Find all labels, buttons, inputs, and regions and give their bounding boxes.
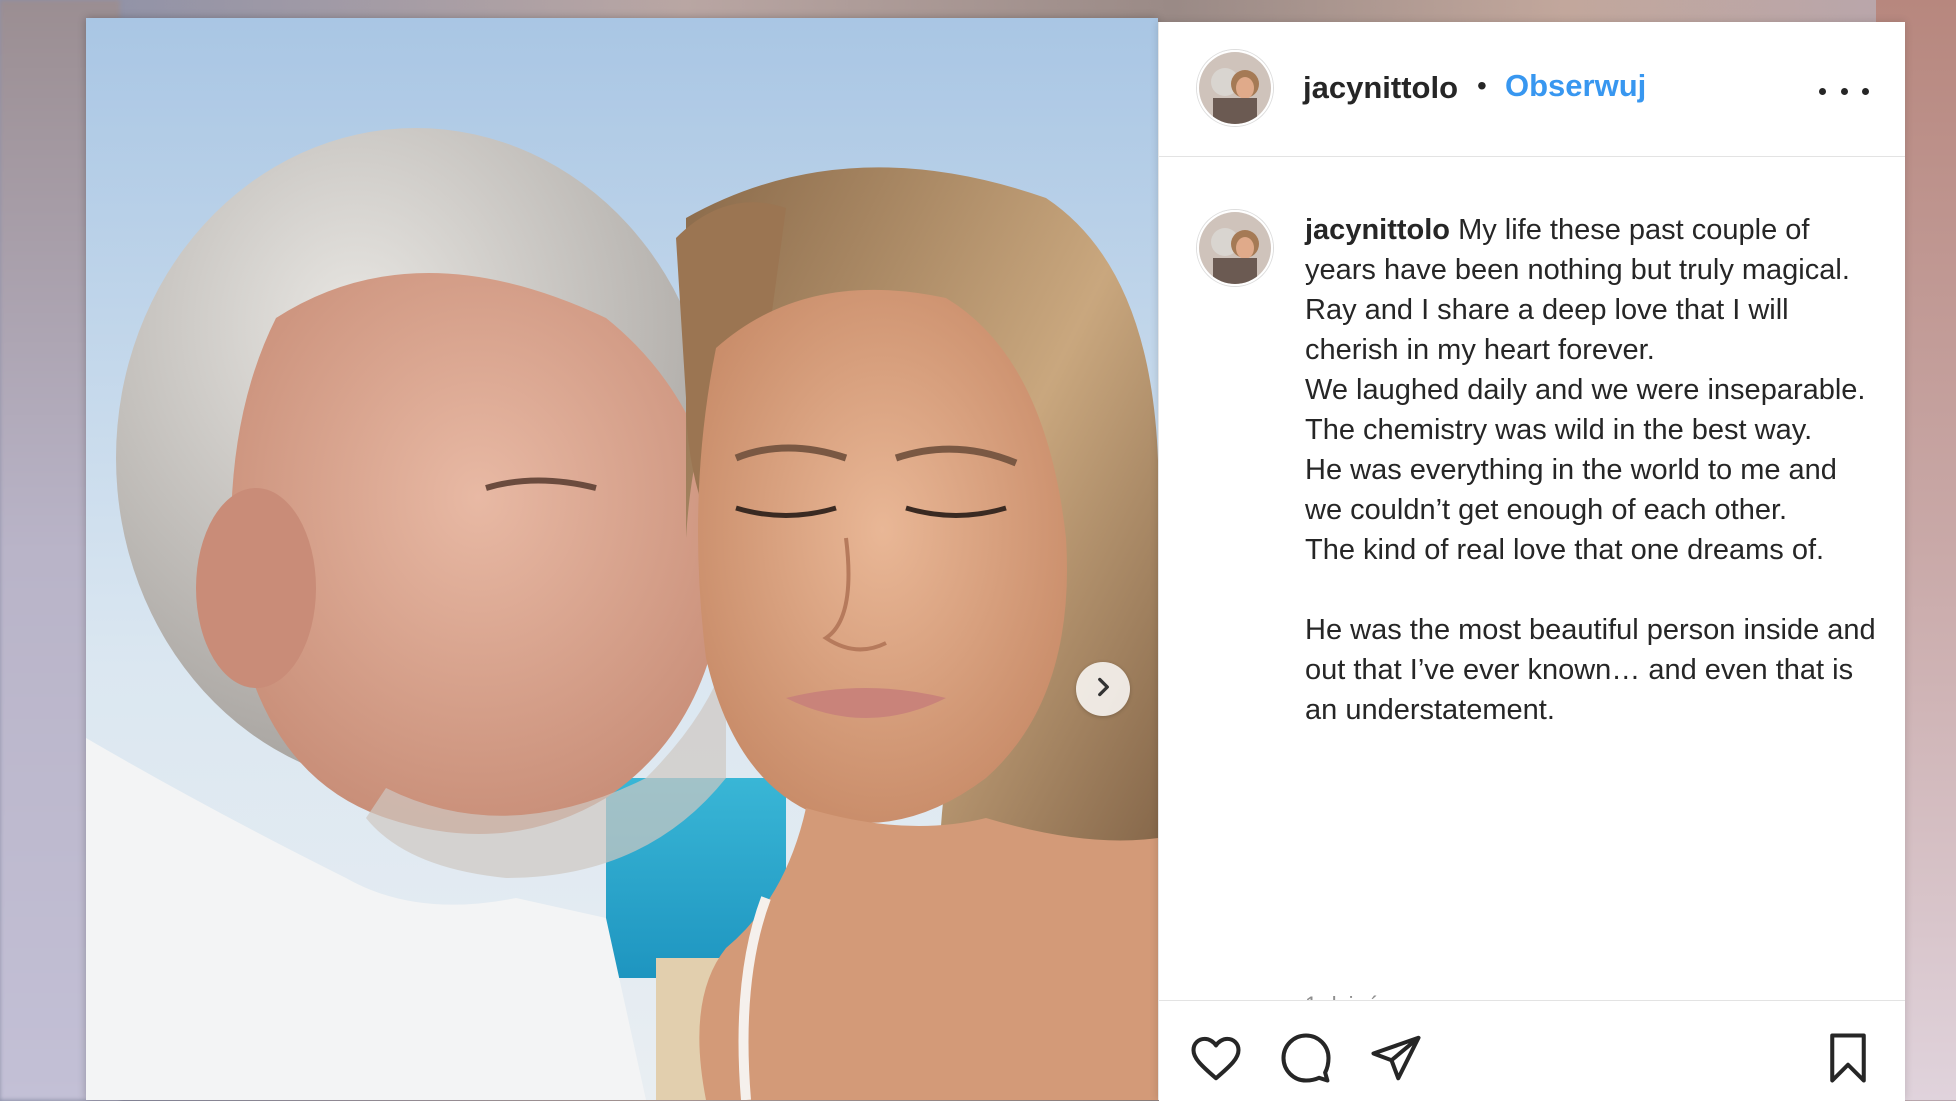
more-horizontal-icon xyxy=(1819,87,1826,95)
separator-dot: • xyxy=(1477,70,1487,101)
post-caption: jacynittolo My life these past couple of… xyxy=(1305,210,1880,730)
send-icon[interactable] xyxy=(1369,1031,1423,1085)
caption-line: Ray and I share a deep love that I will … xyxy=(1305,294,1789,366)
caption-username[interactable]: jacynittolo xyxy=(1305,214,1450,246)
caption-paragraph: He was the most beautiful person inside … xyxy=(1305,614,1876,726)
post-side-panel: jacynittolo • Obserwuj jacynittolo My li… xyxy=(1158,22,1905,1101)
caption-line: The chemistry was wild in the best way. xyxy=(1305,414,1813,446)
post-actions-bar xyxy=(1159,1000,1905,1101)
caption-line: jacynittolo My life these past couple of… xyxy=(1305,214,1850,286)
carousel-next-button[interactable] xyxy=(1076,662,1130,716)
chevron-right-icon xyxy=(1090,674,1116,705)
more-options-button[interactable] xyxy=(1819,78,1869,104)
caption-line: The kind of real love that one dreams of… xyxy=(1305,534,1825,566)
post-header: jacynittolo • Obserwuj xyxy=(1159,22,1905,157)
bookmark-icon[interactable] xyxy=(1821,1031,1875,1085)
heart-icon[interactable] xyxy=(1189,1031,1243,1085)
post-photo xyxy=(86,18,1158,1100)
caption-line: We laughed daily and we were inseparable… xyxy=(1305,374,1866,406)
caption-avatar[interactable] xyxy=(1197,210,1273,286)
comment-icon[interactable] xyxy=(1279,1031,1333,1085)
avatar[interactable] xyxy=(1197,50,1273,126)
caption-line: He was everything in the world to me and… xyxy=(1305,454,1837,526)
post-username[interactable]: jacynittolo xyxy=(1303,70,1458,106)
follow-button[interactable]: Obserwuj xyxy=(1505,68,1646,104)
